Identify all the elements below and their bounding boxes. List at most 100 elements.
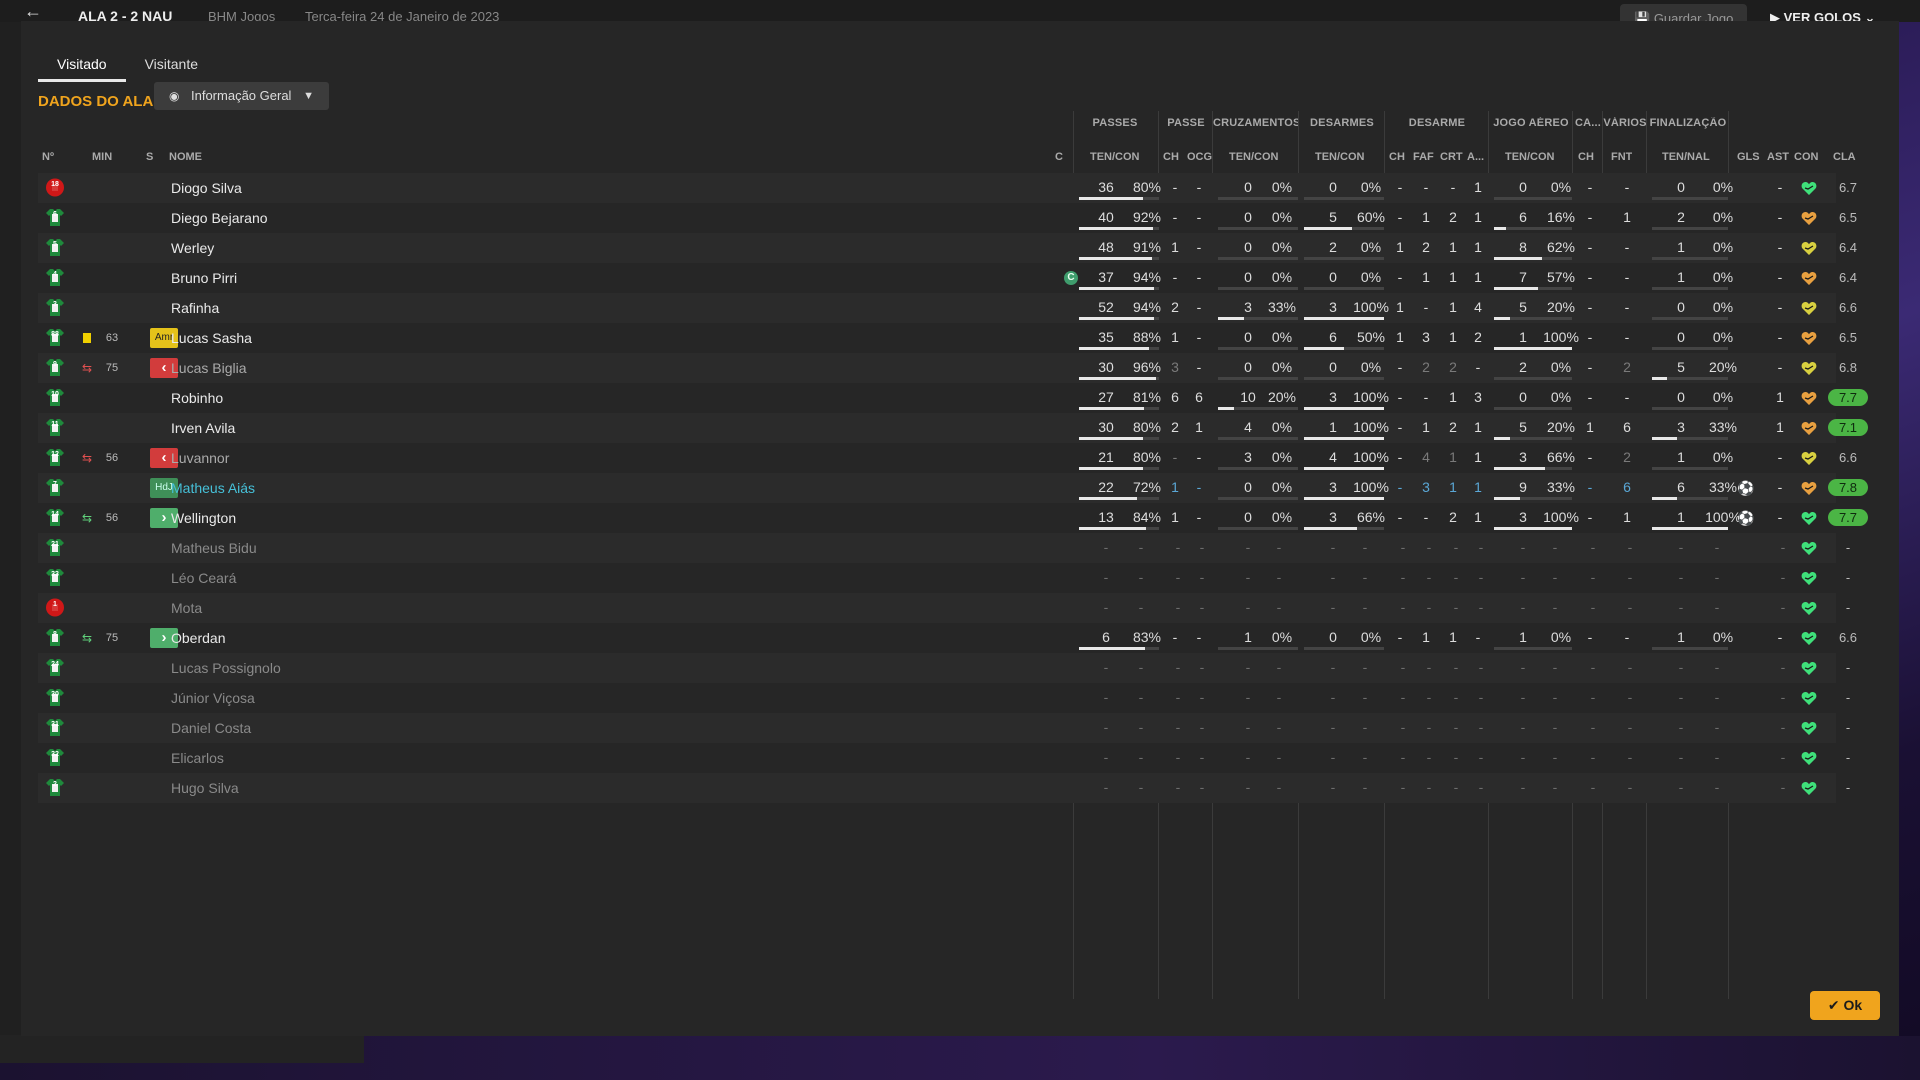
player-name[interactable]: Matheus Bidu [171,533,257,563]
col-ca-ch[interactable]: CH [1578,151,1594,163]
col-ast[interactable]: AST [1767,151,1789,163]
col-cla[interactable]: CLA [1833,151,1856,163]
shirt-number: 4 [53,271,57,278]
empty-stat: - [1138,749,1144,765]
player-name[interactable]: Luvannor [171,443,229,473]
col-des-ten-con[interactable]: TEN/CON [1315,151,1365,163]
condition-heart-icon [1801,481,1817,496]
tab-visitado[interactable]: Visitado [38,47,126,82]
table-row[interactable]: 18 Diogo Silva 36 80% - -0 0% 0 0% - - -1 0 0% - -0 0% -6… [38,173,1857,203]
col-min[interactable]: MIN [92,151,112,163]
player-name[interactable]: Robinho [171,383,223,413]
varios-fnt: - [1624,299,1630,315]
stat-bar-track [1218,527,1298,530]
player-name[interactable]: Matheus Aiás [171,473,255,503]
table-row[interactable]: 7 HdJ Matheus Aiás 22 72% 1-0 0% 3 100% -3 1 1 9 33% -… [38,473,1868,503]
player-name[interactable]: Lucas Sasha [171,323,252,353]
table-row[interactable]: 3 Rafinha 52 94% 2-3 33% 3 100% 1-1 4 5 20% - -0 0% -6.… [38,293,1857,323]
table-row[interactable]: 24 Lucas Possignolo - - - - - - - - - - - - - - - - - - - - [38,653,1850,683]
player-rating: - [1845,750,1851,765]
player-name[interactable]: Irven Avila [171,413,235,443]
table-row[interactable]: 8 ⇆ 75 › Oberdan 6 83% - -1 0% 0 0% -1 1-1 0% - -1 0% -6.6 [38,623,1857,653]
player-name[interactable]: Diogo Silva [171,173,242,203]
col-gls[interactable]: GLS [1737,151,1760,163]
player-name[interactable]: Léo Ceará [171,563,236,593]
player-name[interactable]: Bruno Pirri [171,263,237,293]
col-desarme-a[interactable]: A... [1467,151,1484,163]
arrow-left-icon[interactable]: ← [24,2,42,20]
player-name[interactable]: Lucas Possignolo [171,653,281,683]
empty-stat: - [1245,689,1251,705]
table-row[interactable]: 14 ⇆ 56 › Wellington 13 84% 1-0 0% 3 66% - -2 1 3 100% -… [38,503,1868,533]
player-rating: 6.6 [1838,630,1858,645]
shirt-icon: 4 [45,268,65,287]
col-con[interactable]: CON [1794,151,1818,163]
player-name[interactable]: Werley [171,233,214,263]
shirt-icon: 31 [45,718,65,737]
view-select[interactable]: ◉ Informação Geral ▼ [154,82,329,110]
shirt-number: 7 [53,481,57,488]
empty-stat: - [1478,569,1484,585]
col-aereo-ten-con[interactable]: TEN/CON [1505,151,1555,163]
col-no[interactable]: Nº [42,151,54,163]
table-row[interactable]: 30 Júnior Viçosa - - - - - - - - - - - - - - - - - - - - [38,683,1850,713]
col-nome[interactable]: NOME [169,151,202,163]
player-name[interactable]: Wellington [171,503,236,533]
col-desarme-ch[interactable]: CH [1389,151,1405,163]
table-row[interactable]: 88 63 Amr Lucas Sasha 35 88% 1-0 0% 6 50% 1 3 1 2 1 100… [38,323,1857,353]
player-name[interactable]: Daniel Costa [171,713,251,743]
stat-bar-fill [1079,467,1143,470]
table-row[interactable]: 11 Irven Avila 30 80% 2 1 4 0% 1 100% -1 2 1 5 20% 1 6 3 3… [38,413,1868,443]
player-name[interactable]: Oberdan [171,623,225,653]
ok-button[interactable]: ✔ Ok [1810,991,1880,1020]
empty-stat: - [1552,719,1558,735]
col-s[interactable]: S [146,151,153,163]
player-name[interactable]: Elicarlos [171,743,224,773]
player-name[interactable]: Lucas Biglia [171,353,247,383]
table-row[interactable]: 4 Bruno Pirri C 37 94% - -0 0% 0 0% -1 1 1 7 57% - -1 0% -… [38,263,1857,293]
tab-visitante[interactable]: Visitante [126,47,217,79]
player-name[interactable]: Júnior Viçosa [171,683,255,713]
player-name[interactable]: Diego Bejarano [171,203,268,233]
empty-stat: - [1103,719,1109,735]
shirt-icon: 24 [45,658,65,677]
stat-bar-track [1652,317,1728,320]
empty-stat: - [1138,719,1144,735]
shirt-number: 24 [51,661,59,668]
player-rating: 6.4 [1838,240,1858,255]
col-passe-ch[interactable]: CH [1163,151,1179,163]
desarme-a: 1 [1474,239,1482,255]
player-name[interactable]: Hugo Silva [171,773,239,803]
player-name[interactable]: Mota [171,593,202,623]
stat-bar-fill [1494,317,1510,320]
condition-heart-icon [1801,691,1817,706]
table-row[interactable]: 32 Elicarlos - - - - - - - - - - - - - - - - - - - - [38,743,1850,773]
col-cruz-ten-con[interactable]: TEN/CON [1229,151,1279,163]
table-row[interactable]: 12 ⇆ 56 ‹ Luvannor 21 80% - -3 0% 4 100% -4 1 1 3 66% -2 1… [38,443,1857,473]
ball-icon: ⚽ [1737,480,1755,496]
table-row[interactable]: 1 Mota - - - - - - - - - - - - - - - - - - - - [38,593,1850,623]
player-name[interactable]: Rafinha [171,293,219,323]
col-desarme-crt[interactable]: CRT [1440,151,1463,163]
col-varios-fnt[interactable]: FNT [1611,151,1632,163]
empty-stat: - [1103,689,1109,705]
empty-stat: - [1362,689,1368,705]
table-row[interactable]: 2 Hugo Silva - - - - - - - - - - - - - - - - - - - - [38,773,1850,803]
table-row[interactable]: 21 Matheus Bidu - - - - - - - - - - - - - - - - - - - - [38,533,1850,563]
table-row[interactable]: 31 Daniel Costa - - - - - - - - - - - - - - - - - - - - [38,713,1850,743]
table-row[interactable]: 6 Diego Bejarano 40 92% - -0 0% 5 60% -1 2 1 6 16% -1 2… [38,203,1857,233]
col-desarme-faf[interactable]: FAF [1413,151,1434,163]
table-row[interactable]: 9 ⇆ 75 ‹ Lucas Biglia 30 96% 3-0 0% 0 0% -2 2-2 0% -2 5… [38,353,1857,383]
col-fin-ten-nal[interactable]: TEN/NAL [1662,151,1710,163]
desarme-crt: 2 [1449,209,1457,225]
col-c[interactable]: C [1055,151,1063,163]
empty-stat: - [1175,599,1181,615]
condition-heart-icon [1801,391,1817,406]
table-row[interactable]: 10 Robinho 27 81% 6 6 10 20% 3 100% - -1 3 0 0% - -0 0% 1 7… [38,383,1868,413]
empty-stat: - [1714,599,1720,615]
col-passes-ten-con[interactable]: TEN/CON [1090,151,1140,163]
table-row[interactable]: 5 Werley 48 91% 1-0 0% 2 0% 1 2 1 1 8 62% - -1 0% -6.4 [38,233,1857,263]
table-row[interactable]: 33 Léo Ceará - - - - - - - - - - - - - - - - - - - - [38,563,1850,593]
empty-stat: - [1678,599,1684,615]
col-passe-ocg[interactable]: OCG [1187,151,1212,163]
